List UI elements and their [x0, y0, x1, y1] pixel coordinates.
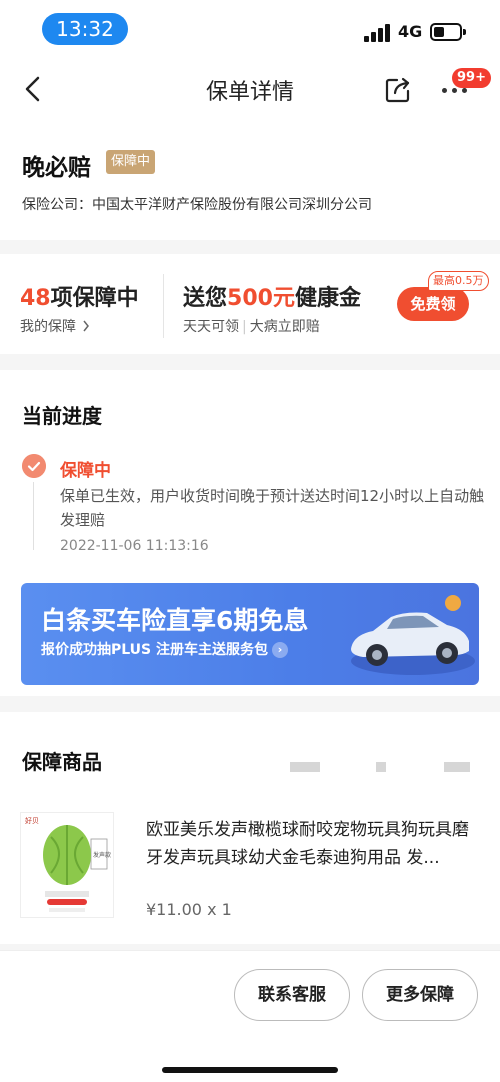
free-claim-button[interactable]: 免费领 [397, 287, 469, 321]
gift-sub-claim: 大病立即赔 [249, 319, 320, 335]
coverage-count: 48项保障中 [20, 280, 139, 312]
progress-description: 保单已生效，用户收货时间晚于预计送达时间12小时以上自动触发理赔 [60, 487, 485, 529]
home-indicator[interactable] [162, 1067, 338, 1073]
my-coverage-link[interactable]: 我的保障 [20, 316, 90, 336]
policy-header-card: 晚必赔 保障中 保险公司：中国太平洋财产保险股份有限公司深圳分公司 [0, 120, 500, 240]
policy-name: 晚必赔 [22, 155, 91, 181]
divider [163, 274, 164, 338]
status-badge: 保障中 [106, 150, 156, 174]
coverage-count-suffix: 项保障中 [50, 286, 139, 311]
timeline-line [33, 482, 34, 550]
product-image-brand: 好贝 [25, 816, 39, 825]
message-count-badge: 99+ [452, 68, 491, 88]
signal-icon [364, 24, 392, 42]
coverage-card: 48项保障中 我的保障 送您500元健康金 天天可领 | 大病立即赔 免费领 最高0… [0, 254, 500, 354]
health-gift-title: 送您500元健康金 [183, 280, 361, 312]
nav-bar: 保单详情 [0, 56, 500, 120]
product-image-graphic: 好贝 发声款 [21, 813, 113, 917]
car-illustration [351, 595, 475, 675]
gift-suffix: 健康金 [294, 286, 361, 311]
redacted-tag [376, 762, 386, 772]
share-icon[interactable] [384, 76, 412, 104]
redacted-tag [444, 762, 470, 772]
chevron-right-icon [83, 320, 90, 332]
insured-goods-card: 保障商品 好贝 发声款 欧亚美乐发声橄榄球耐咬宠物玩具狗玩具磨牙发声玩具球幼犬金… [0, 712, 500, 944]
arrow-right-icon: › [272, 642, 289, 658]
network-label: 4G [398, 22, 423, 41]
progress-timestamp: 2022-11-06 11:13:16 [60, 538, 209, 554]
product-name[interactable]: 欧亚美乐发声橄榄球耐咬宠物玩具狗玩具磨牙发声玩具球幼犬金毛泰迪狗用品 发... [146, 816, 480, 872]
gift-prefix: 送您 [183, 286, 228, 311]
progress-status: 保障中 [60, 461, 111, 481]
banner-title: 白条买车险直享6期免息 [41, 606, 309, 635]
max-amount-tag: 最高0.5万 [428, 271, 489, 291]
my-coverage-label: 我的保障 [20, 319, 76, 335]
product-image[interactable]: 好贝 发声款 [20, 812, 114, 918]
contact-service-button[interactable]: 联系客服 [234, 969, 350, 1021]
coverage-count-number: 48 [20, 286, 51, 311]
page-title: 保单详情 [205, 80, 294, 105]
insurance-company: 保险公司：中国太平洋财产保险股份有限公司深圳分公司 [22, 197, 372, 213]
gift-sub-daily: 天天可领 [183, 319, 239, 335]
banner-subtitle: 报价成功抽PLUS 注册车主送服务包 › [41, 639, 289, 659]
status-bar: 13:32 4G [0, 0, 500, 56]
status-time: 13:32 [42, 13, 128, 45]
product-image-label: 发声款 [93, 851, 111, 859]
bottom-action-bar: 联系客服 更多保障 [0, 950, 500, 1082]
gift-amount: 500元 [227, 286, 295, 311]
redacted-tag [290, 762, 320, 772]
health-gift-subtitle: 天天可领 | 大病立即赔 [183, 319, 320, 335]
progress-card: 当前进度 保障中 保单已生效，用户收货时间晚于预计送达时间12小时以上自动触发理… [0, 370, 500, 696]
product-price: ¥11.00 x 1 [146, 900, 232, 919]
goods-section-title: 保障商品 [22, 750, 102, 774]
more-coverage-button[interactable]: 更多保障 [362, 969, 478, 1021]
check-icon [22, 454, 46, 478]
battery-icon [430, 23, 466, 41]
car-insurance-banner[interactable]: 白条买车险直享6期免息 报价成功抽PLUS 注册车主送服务包 › [21, 583, 479, 685]
progress-section-title: 当前进度 [22, 404, 102, 428]
banner-subtitle-text: 报价成功抽PLUS 注册车主送服务包 [41, 642, 269, 658]
